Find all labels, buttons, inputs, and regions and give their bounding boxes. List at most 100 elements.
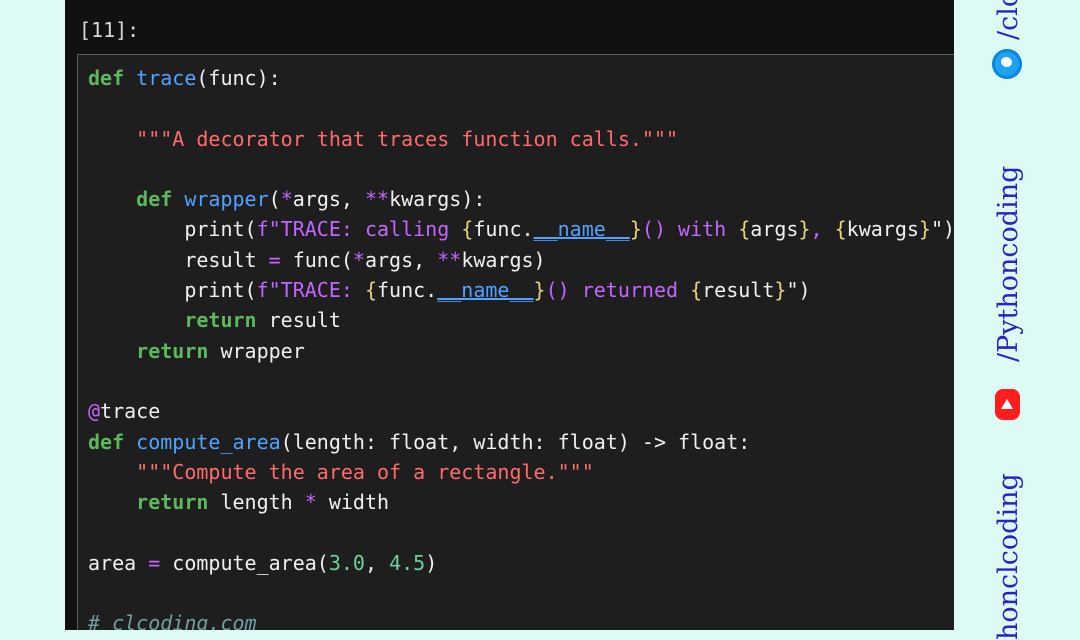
code-token: result (256, 308, 341, 333)
code-token: args (750, 217, 799, 242)
code-line: result = func(*args, **kwargs) (88, 245, 954, 275)
code-token: kwargs): (389, 187, 486, 212)
code-token: } (774, 278, 787, 303)
code-line: area = compute_area(3.0, 4.5) (88, 548, 954, 578)
code-token: * (304, 490, 317, 515)
code-token: return (184, 308, 257, 333)
code-line: return result (88, 305, 954, 335)
code-token: __name__ (437, 278, 534, 303)
code-token: ") (786, 278, 811, 303)
code-line: return length * width (88, 487, 954, 517)
code-line: def trace(func): (88, 63, 954, 93)
code-token: { (690, 278, 703, 303)
code-token: result (702, 278, 775, 303)
code-line: print(f"TRACE: calling {func.__name__}()… (88, 214, 954, 244)
code-line: """A decorator that traces function call… (88, 124, 954, 154)
code-token: func. (377, 278, 438, 303)
code-token: ** (364, 187, 390, 212)
code-line: return wrapper (88, 336, 954, 366)
code-token: ") (930, 217, 954, 242)
code-line: """Compute the area of a rectangle.""" (88, 457, 954, 487)
code-token: 4.5 (389, 550, 426, 575)
code-cell[interactable]: def trace(func): """A decorator that tra… (77, 54, 954, 630)
code-token: result (88, 247, 269, 272)
code-token: } (798, 217, 811, 242)
code-token: { (738, 217, 751, 242)
code-token: 3.0 (328, 550, 365, 575)
code-token: length (208, 490, 305, 515)
code-line: @trace (88, 396, 954, 426)
code-token: = (268, 247, 281, 272)
code-token: print( (88, 278, 257, 303)
code-token: width (316, 490, 390, 515)
code-token: * (280, 187, 293, 212)
code-token: """A decorator that traces function call… (136, 126, 679, 151)
code-token: { (461, 217, 474, 242)
code-token: kwargs) (461, 247, 546, 272)
code-token: , (364, 550, 390, 575)
code-token: """Compute the area of a rectangle.""" (136, 459, 594, 484)
code-token: ** (437, 247, 462, 272)
code-token: ( (268, 187, 281, 212)
code-token: wrapper (208, 338, 305, 363)
twitter-handle[interactable]: /clc (993, 0, 1024, 40)
code-token: def (88, 66, 125, 90)
code-token: def (136, 187, 173, 212)
code-token: f"TRACE: (256, 278, 365, 303)
notebook-panel: [11]: def trace(func): """A decorator th… (65, 0, 954, 630)
code-token: @ (88, 399, 101, 424)
code-line: print(f"TRACE: {func.__name__}() returne… (88, 275, 954, 305)
code-token: __name__ (533, 217, 630, 242)
code-token: } (918, 217, 931, 242)
code-token: def (88, 429, 125, 454)
code-line: def wrapper(*args, **kwargs): (88, 184, 954, 214)
code-token: trace (136, 66, 197, 90)
code-token: trace (100, 399, 161, 424)
code-token: func. (473, 217, 534, 242)
youtube-icon[interactable] (995, 389, 1020, 420)
code-editor[interactable]: def trace(func): """A decorator that tra… (88, 63, 954, 630)
code-token: args, (364, 247, 438, 272)
twitter-icon[interactable] (992, 49, 1022, 79)
code-token: { (834, 217, 847, 242)
code-token: return (136, 490, 209, 515)
social-sidebar: /clc /Pythoncoding honclcoding (954, 0, 1080, 640)
code-token: { (364, 278, 377, 303)
code-token: args, (292, 187, 365, 212)
code-token: () with (641, 217, 739, 242)
code-token: kwargs (846, 217, 919, 242)
code-token: print( (88, 217, 257, 242)
site-handle[interactable]: honclcoding (993, 473, 1024, 640)
execution-count: [11]: (79, 18, 140, 42)
code-line: def compute_area(length: float, width: f… (88, 427, 954, 457)
code-token: ) (425, 550, 438, 575)
code-token: = (148, 550, 161, 575)
code-token: (length: float, width: float) -> float: (280, 429, 751, 454)
code-token: f"TRACE: calling (256, 217, 462, 242)
code-token: return (136, 338, 209, 363)
code-token: } (533, 278, 546, 303)
code-token: (func): (196, 66, 281, 90)
code-token: # clcoding.com (88, 611, 257, 630)
code-token: * (352, 247, 365, 272)
code-token: , (810, 217, 835, 242)
youtube-handle[interactable]: /Pythoncoding (993, 166, 1024, 362)
code-line: # clcoding.com (88, 608, 954, 630)
code-token: () returned (545, 278, 691, 303)
code-token: area (88, 550, 149, 575)
code-token: func( (280, 247, 353, 272)
